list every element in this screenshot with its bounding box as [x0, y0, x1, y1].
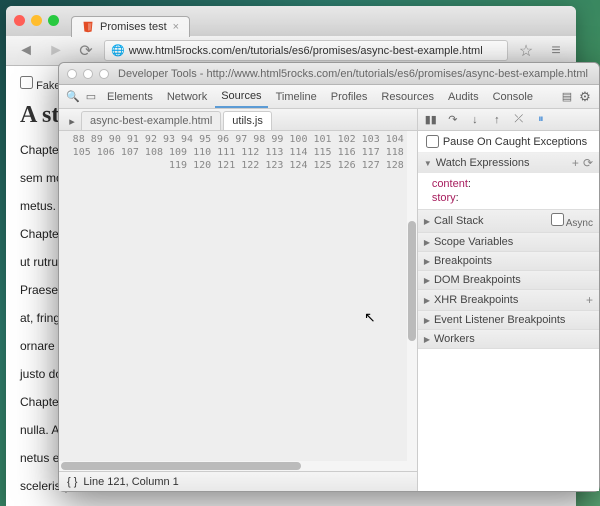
section-header[interactable]: ▶Call Stack Async — [418, 210, 599, 232]
devtools-tab-sources[interactable]: Sources — [215, 86, 267, 108]
step-into-button[interactable]: ↓ — [468, 113, 482, 127]
status-bar: { } Line 121, Column 1 — [59, 471, 417, 491]
devtools-tab-timeline[interactable]: Timeline — [270, 87, 323, 107]
devtools-tab-audits[interactable]: Audits — [442, 87, 485, 107]
back-button[interactable]: ◄ — [14, 39, 38, 63]
section-header[interactable]: ▶DOM Breakpoints — [418, 271, 599, 289]
expand-icon: ▶ — [424, 335, 430, 344]
inspect-icon[interactable]: 🔍 — [65, 89, 81, 105]
expand-icon: ▶ — [424, 316, 430, 325]
step-over-button[interactable]: ↷ — [446, 113, 460, 127]
file-tab[interactable]: async-best-example.html — [81, 111, 221, 130]
section-header[interactable]: ▶Workers — [418, 330, 599, 348]
watch-section: ▼ Watch Expressions + ⟳ content: story: — [418, 153, 599, 210]
add-xhr-button[interactable]: + — [586, 293, 593, 307]
horizontal-scrollbar[interactable] — [59, 461, 417, 471]
devtools-title: Developer Tools - http://www.html5rocks.… — [115, 68, 591, 80]
expand-icon: ▶ — [424, 257, 430, 266]
scroll-thumb[interactable] — [61, 462, 301, 470]
section-header[interactable]: ▶Breakpoints — [418, 252, 599, 270]
close-devtools-button[interactable] — [67, 69, 77, 79]
traffic-lights — [14, 15, 59, 26]
minimize-window-button[interactable] — [31, 15, 42, 26]
section-header[interactable]: ▶Scope Variables — [418, 233, 599, 251]
braces-icon[interactable]: { } — [67, 476, 77, 488]
close-tab-icon[interactable]: × — [173, 21, 179, 33]
file-tab[interactable]: utils.js — [223, 111, 272, 130]
step-out-button[interactable]: ↑ — [490, 113, 504, 127]
devtools-main-tabs: 🔍 ▭ ElementsNetworkSourcesTimelineProfil… — [59, 85, 599, 109]
menu-button[interactable]: ≡ — [544, 39, 568, 63]
cursor-position: Line 121, Column 1 — [83, 476, 178, 488]
pause-checkbox[interactable] — [426, 135, 439, 148]
address-bar[interactable]: 🌐 www.html5rocks.com/en/tutorials/es6/pr… — [104, 40, 508, 61]
reload-button[interactable]: ⟳ — [74, 39, 98, 63]
devtools-tab-console[interactable]: Console — [487, 87, 539, 107]
drawer-icon[interactable]: ▤ — [559, 89, 575, 105]
devtools-tab-resources[interactable]: Resources — [375, 87, 440, 107]
watch-body: content: story: — [418, 173, 599, 209]
zoom-devtools-button[interactable] — [99, 69, 109, 79]
globe-icon: 🌐 — [111, 44, 125, 57]
devtools-titlebar[interactable]: Developer Tools - http://www.html5rocks.… — [59, 63, 599, 85]
watch-item[interactable]: content: — [432, 177, 585, 191]
url-text: www.html5rocks.com/en/tutorials/es6/prom… — [129, 45, 483, 57]
settings-icon[interactable]: ⚙ — [577, 89, 593, 105]
devtools-tab-elements[interactable]: Elements — [101, 87, 159, 107]
watch-header[interactable]: ▼ Watch Expressions + ⟳ — [418, 153, 599, 173]
devtools-tab-profiles[interactable]: Profiles — [325, 87, 374, 107]
expand-icon: ▶ — [424, 276, 430, 285]
browser-tab[interactable]: Promises test × — [71, 16, 190, 37]
expand-icon: ▶ — [424, 217, 430, 226]
close-window-button[interactable] — [14, 15, 25, 26]
pause-on-exceptions-row[interactable]: Pause On Caught Exceptions — [418, 131, 599, 153]
expand-icon: ▶ — [424, 296, 430, 305]
expand-icon: ▶ — [424, 238, 430, 247]
browser-tab-strip: Promises test × — [6, 6, 576, 36]
html5-icon — [82, 21, 94, 33]
debugger-sidebar: ▮▮ ↷ ↓ ↑ ⤫ ⏸ Pause On Caught Exceptions … — [418, 109, 599, 491]
debugger-toolbar: ▮▮ ↷ ↓ ↑ ⤫ ⏸ — [418, 109, 599, 131]
code-editor[interactable]: 88 89 90 91 92 93 94 95 96 97 98 99 100 … — [59, 131, 417, 461]
sources-panel: ▸ async-best-example.htmlutils.js 88 89 … — [59, 109, 418, 491]
tab-title: Promises test — [100, 21, 167, 33]
zoom-window-button[interactable] — [48, 15, 59, 26]
devtools-window: Developer Tools - http://www.html5rocks.… — [58, 62, 600, 492]
pause-exceptions-button[interactable]: ⏸ — [534, 113, 548, 127]
minimize-devtools-button[interactable] — [83, 69, 93, 79]
forward-button[interactable]: ► — [44, 39, 68, 63]
add-watch-button[interactable]: + — [572, 156, 579, 170]
watch-item[interactable]: story: — [432, 191, 585, 205]
async-checkbox[interactable] — [551, 213, 564, 226]
refresh-watch-button[interactable]: ⟳ — [583, 156, 593, 170]
navigator-icon[interactable]: ▸ — [63, 112, 81, 130]
section-header[interactable]: ▶Event Listener Breakpoints — [418, 311, 599, 329]
deactivate-breakpoints-button[interactable]: ⤫ — [512, 113, 526, 127]
expand-icon: ▼ — [424, 159, 432, 168]
pause-button[interactable]: ▮▮ — [424, 113, 438, 127]
scroll-thumb[interactable] — [408, 221, 416, 341]
device-icon[interactable]: ▭ — [83, 89, 99, 105]
line-gutter: 88 89 90 91 92 93 94 95 96 97 98 99 100 … — [59, 131, 409, 461]
section-header[interactable]: ▶XHR Breakpoints+ — [418, 290, 599, 310]
file-tabs: ▸ async-best-example.htmlutils.js — [59, 109, 417, 131]
bookmark-button[interactable]: ☆ — [514, 39, 538, 63]
vertical-scrollbar[interactable] — [407, 131, 417, 461]
devtools-tab-network[interactable]: Network — [161, 87, 213, 107]
